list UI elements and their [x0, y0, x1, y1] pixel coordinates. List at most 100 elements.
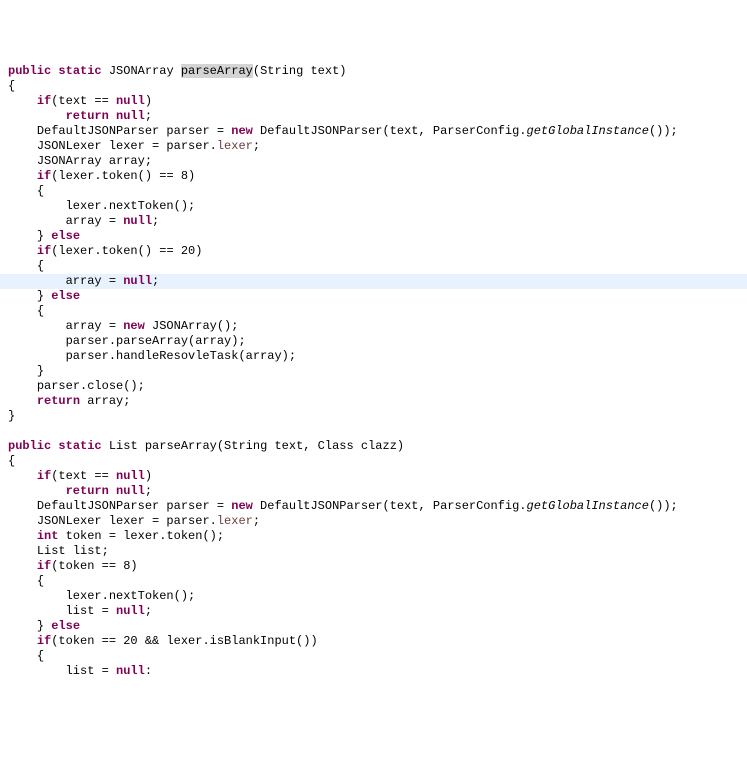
- code-text: ;: [253, 514, 260, 528]
- code-text: DefaultJSONParser parser =: [37, 124, 231, 138]
- code-line: if(lexer.token() == 8): [8, 169, 195, 183]
- code-text: (token == 20 && lexer.isBlankInput()): [51, 634, 317, 648]
- code-line-highlighted: array = null;: [0, 274, 747, 289]
- code-text: ());: [649, 124, 678, 138]
- keyword: if: [37, 244, 51, 258]
- keyword: new: [123, 319, 145, 333]
- code-line: {: [8, 574, 44, 588]
- keyword: null: [116, 664, 145, 678]
- params: (String text): [253, 64, 347, 78]
- code-line: lexer.nextToken();: [8, 199, 195, 213]
- code-line: parser.close();: [8, 379, 145, 393]
- code-text: array =: [66, 319, 124, 333]
- code-line: {: [8, 649, 44, 663]
- keyword: else: [51, 289, 80, 303]
- code-text: JSONLexer lexer = parser.: [37, 514, 217, 528]
- type: JSONArray: [109, 64, 174, 78]
- keyword: null: [116, 94, 145, 108]
- code-text: List list;: [37, 544, 109, 558]
- code-text: {: [37, 304, 44, 318]
- code-text: JSONArray array;: [37, 154, 152, 168]
- code-line: if(text == null): [8, 469, 152, 483]
- code-line: if(lexer.token() == 20): [8, 244, 202, 258]
- code-line: } else: [8, 289, 80, 303]
- code-text: list =: [66, 664, 116, 678]
- static-method: getGlobalInstance: [527, 124, 649, 138]
- code-text: (lexer.token() == 8): [51, 169, 195, 183]
- code-line: if(text == null): [8, 94, 152, 108]
- code-text: }: [37, 289, 51, 303]
- code-text: DefaultJSONParser parser =: [37, 499, 231, 513]
- code-line: lexer.nextToken();: [8, 589, 195, 603]
- code-text: array =: [66, 274, 124, 288]
- code-text: (text ==: [51, 469, 116, 483]
- code-text: ): [145, 469, 152, 483]
- code-line: public static JSONArray parseArray(Strin…: [8, 64, 347, 78]
- code-line: {: [8, 304, 44, 318]
- code-text: array;: [80, 394, 130, 408]
- code-text: lexer.nextToken();: [66, 199, 196, 213]
- code-text: ());: [649, 499, 678, 513]
- code-text: DefaultJSONParser(text, ParserConfig.: [253, 124, 527, 138]
- code-line: return array;: [8, 394, 130, 408]
- keyword: else: [51, 619, 80, 633]
- static-method: getGlobalInstance: [527, 499, 649, 513]
- keyword: if: [37, 559, 51, 573]
- code-text: ;: [145, 484, 152, 498]
- code-line: JSONLexer lexer = parser.lexer;: [8, 139, 260, 153]
- code-line: JSONArray array;: [8, 154, 152, 168]
- code-text: {: [37, 184, 44, 198]
- code-line: }: [8, 364, 44, 378]
- code-text: }: [37, 619, 51, 633]
- keyword: new: [231, 124, 253, 138]
- code-line: DefaultJSONParser parser = new DefaultJS…: [8, 499, 678, 513]
- code-line: return null;: [8, 484, 152, 498]
- code-line: {: [8, 184, 44, 198]
- keyword: null: [116, 469, 145, 483]
- code-text: {: [37, 649, 44, 663]
- code-line: return null;: [8, 109, 152, 123]
- keyword: null: [123, 214, 152, 228]
- code-text: }: [37, 364, 44, 378]
- keyword: return: [66, 109, 109, 123]
- field: lexer: [217, 139, 253, 153]
- code-line: if(token == 20 && lexer.isBlankInput()): [8, 634, 318, 648]
- code-text: JSONLexer lexer = parser.: [37, 139, 217, 153]
- code-line: {: [8, 259, 44, 273]
- code-text: ;: [152, 214, 159, 228]
- code-line: parser.handleResovleTask(array);: [8, 349, 296, 363]
- code-line: parser.parseArray(array);: [8, 334, 246, 348]
- code-line: list = null;: [8, 604, 152, 618]
- keyword: null: [116, 109, 145, 123]
- code-line: {: [8, 454, 15, 468]
- keyword: else: [51, 229, 80, 243]
- code-line: }: [8, 409, 15, 423]
- keyword: null: [116, 484, 145, 498]
- code-text: DefaultJSONParser(text, ParserConfig.: [253, 499, 527, 513]
- keyword: public: [8, 64, 51, 78]
- code-line: array = new JSONArray();: [8, 319, 238, 333]
- code-text: List parseArray(String text, Class clazz…: [102, 439, 404, 453]
- keyword: if: [37, 634, 51, 648]
- code-text: (lexer.token() == 20): [51, 244, 202, 258]
- keyword: static: [58, 64, 101, 78]
- code-block: public static JSONArray parseArray(Strin…: [8, 64, 739, 679]
- code-text: ;: [253, 139, 260, 153]
- field: lexer: [217, 514, 253, 528]
- code-line: DefaultJSONParser parser = new DefaultJS…: [8, 124, 678, 138]
- code-text: list =: [66, 604, 116, 618]
- keyword: null: [123, 274, 152, 288]
- keyword: new: [231, 499, 253, 513]
- keyword: if: [37, 169, 51, 183]
- code-text: (token == 8): [51, 559, 137, 573]
- code-line: } else: [8, 619, 80, 633]
- keyword: return: [66, 484, 109, 498]
- method-name-highlighted: parseArray: [181, 64, 253, 78]
- keyword: static: [58, 439, 101, 453]
- code-line: list = null:: [8, 664, 152, 678]
- code-text: token = lexer.token();: [58, 529, 224, 543]
- code-text: lexer.nextToken();: [66, 589, 196, 603]
- keyword: public: [8, 439, 51, 453]
- keyword: if: [37, 469, 51, 483]
- code-line: List list;: [8, 544, 109, 558]
